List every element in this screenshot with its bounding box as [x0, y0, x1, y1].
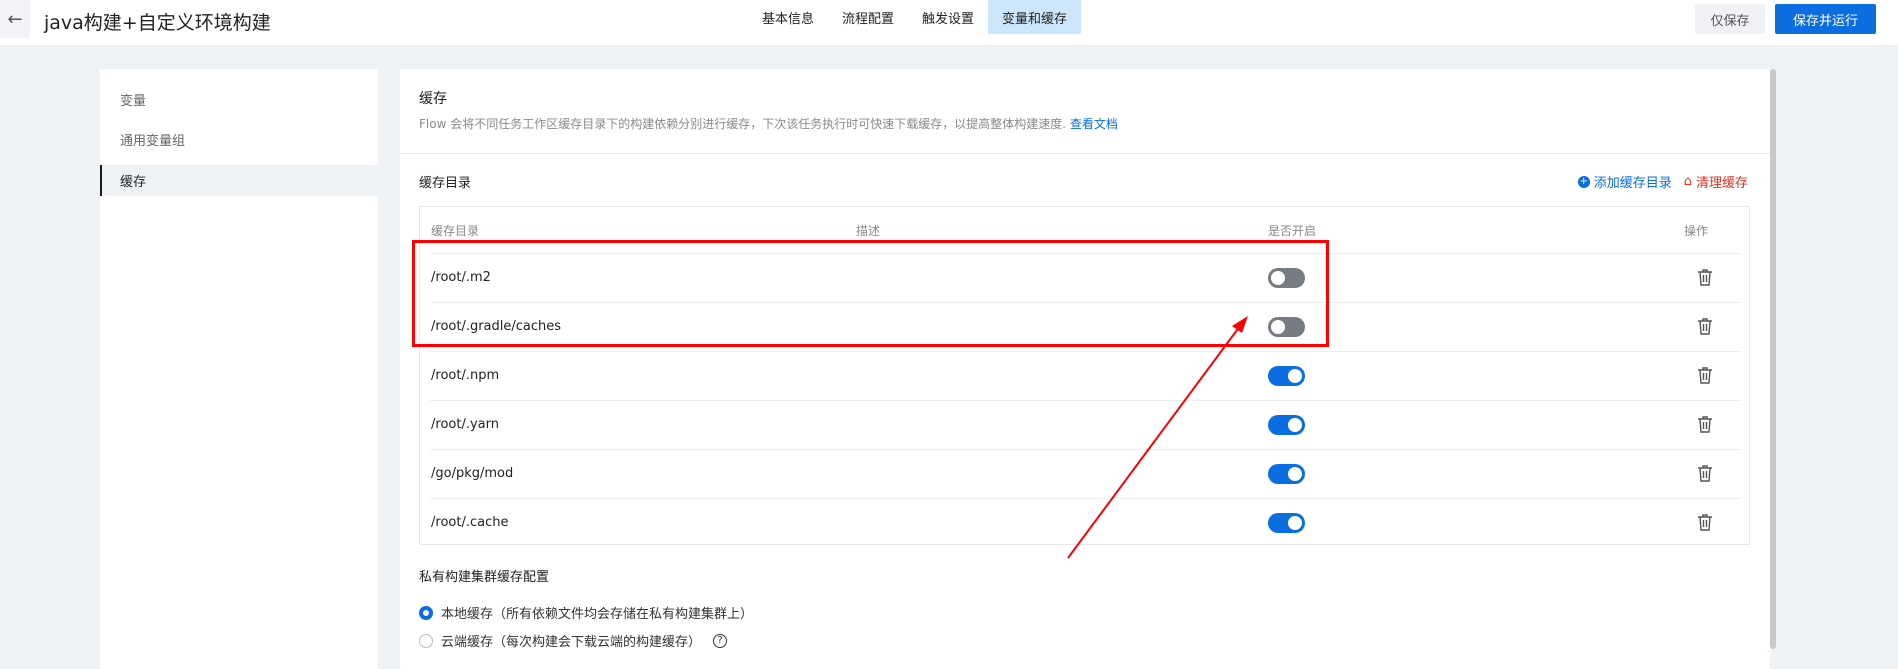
scrollbar[interactable]	[1770, 69, 1776, 649]
help-icon[interactable]: ?	[713, 633, 728, 648]
top-header: ← java构建+自定义环境构建 基本信息 流程配置 触发设置 变量和缓存 仅保…	[0, 0, 1898, 46]
radio-label: 本地缓存（所有依赖文件均会存储在私有构建集群上）	[441, 607, 754, 622]
radio-button[interactable]	[419, 605, 433, 620]
radio-cloud-cache[interactable]: 云端缓存（每次构建会下载云端的构建缓存）?	[419, 631, 728, 650]
table-row: /root/.m2	[430, 253, 1741, 302]
trash-icon[interactable]	[1697, 415, 1713, 433]
radio-local-cache[interactable]: 本地缓存（所有依赖文件均会存储在私有构建集群上）	[419, 603, 753, 622]
trash-icon[interactable]	[1697, 366, 1713, 384]
tab-pipeline-config[interactable]: 流程配置	[828, 0, 908, 34]
enable-toggle[interactable]	[1268, 415, 1305, 435]
clear-label: 清理缓存	[1695, 176, 1748, 191]
enable-toggle[interactable]	[1268, 268, 1305, 288]
col-description: 描述	[856, 224, 881, 238]
plus-circle-icon: +	[1577, 175, 1590, 188]
radio-label: 云端缓存（每次构建会下载云端的构建缓存）	[441, 635, 702, 650]
radio-button[interactable]	[419, 633, 433, 648]
cache-table: 缓存目录 描述 是否开启 操作 /root/.m2 /root/.gradle/…	[419, 206, 1750, 545]
cache-path: /root/.cache	[431, 515, 509, 530]
tab-basic-info[interactable]: 基本信息	[748, 0, 828, 34]
sidebar-item-variable-groups[interactable]: 通用变量组	[100, 124, 378, 155]
divider	[400, 153, 1770, 154]
table-row: /root/.cache	[430, 498, 1741, 547]
enable-toggle[interactable]	[1268, 317, 1305, 337]
enable-toggle[interactable]	[1268, 513, 1305, 533]
cache-path: /root/.gradle/caches	[431, 319, 562, 334]
enable-toggle[interactable]	[1268, 366, 1305, 386]
tab-bar: 基本信息 流程配置 触发设置 变量和缓存	[748, 0, 1082, 34]
cache-dir-title: 缓存目录	[419, 176, 472, 191]
table-row: /root/.npm	[430, 351, 1741, 400]
table-header: 缓存目录 描述 是否开启 操作	[420, 207, 1749, 253]
add-cache-dir-button[interactable]: + 添加缓存目录	[1577, 172, 1672, 191]
page-title: java构建+自定义环境构建	[44, 12, 271, 34]
cache-path: /go/pkg/mod	[431, 466, 514, 481]
trash-icon[interactable]	[1697, 513, 1713, 531]
sidebar-item-variables[interactable]: 变量	[100, 84, 378, 115]
sidebar: 变量 通用变量组 缓存	[100, 69, 378, 669]
trash-icon[interactable]	[1697, 317, 1713, 335]
save-and-run-button[interactable]: 保存并运行	[1775, 4, 1876, 34]
clear-cache-button[interactable]: ⌂ 清理缓存	[1684, 172, 1748, 191]
cache-panel: 缓存 Flow 会将不同任务工作区缓存目录下的构建依赖分别进行缓存，下次该任务执…	[400, 69, 1770, 669]
col-actions: 操作	[1684, 224, 1709, 238]
clear-icon: ⌂	[1683, 174, 1692, 189]
cache-path: /root/.m2	[431, 270, 491, 285]
col-cache-dir: 缓存目录	[431, 224, 480, 238]
section-title: 缓存	[419, 91, 447, 107]
tab-variables-cache[interactable]: 变量和缓存	[988, 0, 1082, 34]
view-docs-link[interactable]: 查看文档	[1070, 117, 1118, 131]
col-enabled: 是否开启	[1268, 224, 1317, 238]
tab-trigger-settings[interactable]: 触发设置	[908, 0, 988, 34]
trash-icon[interactable]	[1697, 268, 1713, 286]
cache-path: /root/.npm	[431, 368, 500, 383]
enable-toggle[interactable]	[1268, 464, 1305, 484]
cache-path: /root/.yarn	[431, 417, 499, 432]
trash-icon[interactable]	[1697, 464, 1713, 482]
private-cache-title: 私有构建集群缓存配置	[419, 570, 550, 585]
description-text: Flow 会将不同任务工作区缓存目录下的构建依赖分别进行缓存，下次该任务执行时可…	[419, 117, 1067, 131]
table-row: /root/.gradle/caches	[430, 302, 1741, 351]
add-label: 添加缓存目录	[1593, 176, 1672, 191]
table-row: /root/.yarn	[430, 400, 1741, 449]
back-arrow-icon[interactable]: ←	[0, 0, 30, 38]
section-description: Flow 会将不同任务工作区缓存目录下的构建依赖分别进行缓存，下次该任务执行时可…	[419, 115, 1118, 132]
save-button[interactable]: 仅保存	[1695, 4, 1765, 34]
table-row: /go/pkg/mod	[430, 449, 1741, 498]
sidebar-item-cache[interactable]: 缓存	[100, 165, 378, 196]
